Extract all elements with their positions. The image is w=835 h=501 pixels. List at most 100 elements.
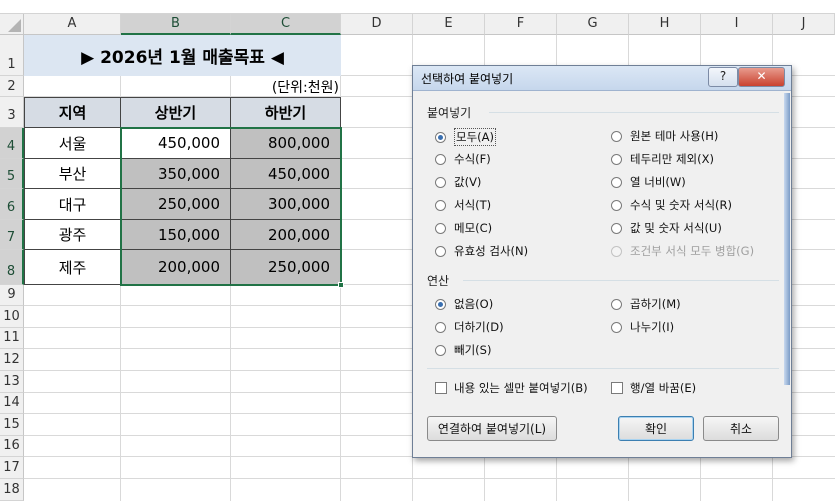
row-header-7[interactable]: 7 <box>0 220 24 250</box>
radio-op-subtract[interactable]: 빼기(S) <box>435 342 491 358</box>
cancel-button[interactable]: 취소 <box>703 416 779 441</box>
header-first-half[interactable]: 상반기 <box>121 98 231 128</box>
table-cell[interactable]: 200,000 <box>231 220 340 250</box>
radio-icon <box>435 344 446 356</box>
radio-icon <box>435 222 446 234</box>
radio-paste-comments[interactable]: 메모(C) <box>435 220 492 236</box>
unit-label[interactable]: (단위:천원) <box>231 76 341 97</box>
table-cell-region[interactable]: 서울 <box>25 128 121 159</box>
table-cell[interactable]: 200,000 <box>121 250 231 284</box>
column-header-h[interactable]: H <box>629 14 701 35</box>
radio-paste-formulas[interactable]: 수식(F) <box>435 151 491 167</box>
row-header-14[interactable]: 14 <box>0 393 24 414</box>
row-header-16[interactable]: 16 <box>0 436 24 457</box>
radio-paste-all[interactable]: 모두(A) <box>435 128 496 146</box>
radio-paste-values[interactable]: 값(V) <box>435 174 481 190</box>
column-header-d[interactable]: D <box>341 14 413 35</box>
checkbox-transpose[interactable]: 행/열 바꿈(E) <box>611 380 696 396</box>
help-button[interactable]: ? <box>708 67 738 87</box>
radio-icon <box>611 298 622 310</box>
row-header-4[interactable]: 4 <box>0 128 24 159</box>
radio-paste-except-borders[interactable]: 테두리만 제외(X) <box>611 151 714 167</box>
column-header-i[interactable]: I <box>701 14 773 35</box>
radio-op-none[interactable]: 없음(O) <box>435 296 493 312</box>
paste-special-dialog: 선택하여 붙여넣기 ? ✕ 붙여넣기 모두(A) 수식(F) 값(V) 서식(T… <box>412 65 792 458</box>
radio-label: 값 및 숫자 서식(U) <box>630 221 722 235</box>
checkbox-skip-blanks[interactable]: 내용 있는 셀만 붙여넣기(B) <box>435 380 588 396</box>
radio-icon <box>611 130 622 142</box>
row-header-12[interactable]: 12 <box>0 349 24 371</box>
checkbox-label: 내용 있는 셀만 붙여넣기(B) <box>454 381 588 395</box>
close-button[interactable]: ✕ <box>738 67 785 87</box>
dialog-titlebar[interactable]: 선택하여 붙여넣기 ? ✕ <box>413 66 791 91</box>
column-header-a[interactable]: A <box>24 14 121 35</box>
fill-handle[interactable] <box>338 282 344 288</box>
radio-op-divide[interactable]: 나누기(I) <box>611 319 674 335</box>
radio-icon <box>435 153 446 165</box>
column-header-j[interactable]: J <box>773 14 835 35</box>
gridline <box>24 478 835 479</box>
paste-link-button[interactable]: 연결하여 붙여넣기(L) <box>427 416 557 441</box>
table-cell-region[interactable]: 제주 <box>25 250 121 284</box>
radio-op-multiply[interactable]: 곱하기(M) <box>611 296 681 312</box>
column-header-f[interactable]: F <box>485 14 557 35</box>
row-header-13[interactable]: 13 <box>0 371 24 393</box>
radio-label: 메모(C) <box>454 221 493 235</box>
ok-button[interactable]: 확인 <box>618 416 694 441</box>
row-header-11[interactable]: 11 <box>0 328 24 349</box>
column-header-g[interactable]: G <box>557 14 629 35</box>
radio-paste-formats[interactable]: 서식(T) <box>435 197 491 213</box>
select-all-corner[interactable] <box>0 14 24 35</box>
table-cell-active[interactable]: 450,000 <box>121 128 231 159</box>
row-header-9[interactable]: 9 <box>0 285 24 306</box>
row-header-17[interactable]: 17 <box>0 457 24 479</box>
table-cell[interactable]: 250,000 <box>231 250 340 284</box>
radio-label: 나누기(I) <box>630 320 675 334</box>
checkbox-label: 행/열 바꿈(E) <box>630 381 697 395</box>
separator <box>489 112 779 113</box>
radio-op-add[interactable]: 더하기(D) <box>435 319 504 335</box>
column-header-b[interactable]: B <box>121 14 231 35</box>
table-cell-region[interactable]: 광주 <box>25 220 121 250</box>
radio-label: 값(V) <box>454 175 482 189</box>
radio-icon <box>611 222 622 234</box>
row-header-5[interactable]: 5 <box>0 159 24 189</box>
column-header-e[interactable]: E <box>413 14 485 35</box>
row-header-1[interactable]: 1 <box>0 35 24 76</box>
sheet-title[interactable]: ▶ 2026년 1월 매출목표 ◀ <box>24 35 341 76</box>
column-header-c[interactable]: C <box>231 14 341 35</box>
radio-paste-formulas-number-formats[interactable]: 수식 및 숫자 서식(R) <box>611 197 732 213</box>
row-header-18[interactable]: 18 <box>0 479 24 501</box>
row-header-2[interactable]: 2 <box>0 76 24 97</box>
radio-disabled-icon <box>611 245 622 257</box>
radio-paste-source-theme[interactable]: 원본 테마 사용(H) <box>611 128 718 144</box>
header-region[interactable]: 지역 <box>25 98 121 128</box>
row-header-8[interactable]: 8 <box>0 250 24 285</box>
row-header-10[interactable]: 10 <box>0 306 24 328</box>
data-table: 지역 상반기 하반기 서울 450,000 800,000 부산 350,000… <box>24 97 341 285</box>
row-header-3[interactable]: 3 <box>0 97 24 128</box>
table-cell[interactable]: 350,000 <box>121 159 231 189</box>
radio-label: 빼기(S) <box>454 343 492 357</box>
radio-label: 테두리만 제외(X) <box>630 152 714 166</box>
radio-paste-values-number-formats[interactable]: 값 및 숫자 서식(U) <box>611 220 722 236</box>
table-cell[interactable]: 250,000 <box>121 189 231 220</box>
radio-icon <box>435 245 446 257</box>
table-cell[interactable]: 800,000 <box>231 128 340 159</box>
table-cell[interactable]: 450,000 <box>231 159 340 189</box>
row-header-15[interactable]: 15 <box>0 414 24 436</box>
radio-selected-icon <box>435 298 446 310</box>
radio-label: 수식 및 숫자 서식(R) <box>630 198 732 212</box>
table-cell[interactable]: 150,000 <box>121 220 231 250</box>
table-cell-region[interactable]: 부산 <box>25 159 121 189</box>
radio-paste-column-widths[interactable]: 열 너비(W) <box>611 174 686 190</box>
header-second-half[interactable]: 하반기 <box>231 98 340 128</box>
row-header-6[interactable]: 6 <box>0 189 24 220</box>
dialog-scrollbar[interactable] <box>784 93 790 385</box>
paste-section-label: 붙여넣기 <box>427 106 472 120</box>
radio-merge-conditional-formats: 조건부 서식 모두 병합(G) <box>611 243 754 259</box>
table-cell[interactable]: 300,000 <box>231 189 340 220</box>
radio-paste-validation[interactable]: 유효성 검사(N) <box>435 243 528 259</box>
radio-icon <box>435 199 446 211</box>
table-cell-region[interactable]: 대구 <box>25 189 121 220</box>
